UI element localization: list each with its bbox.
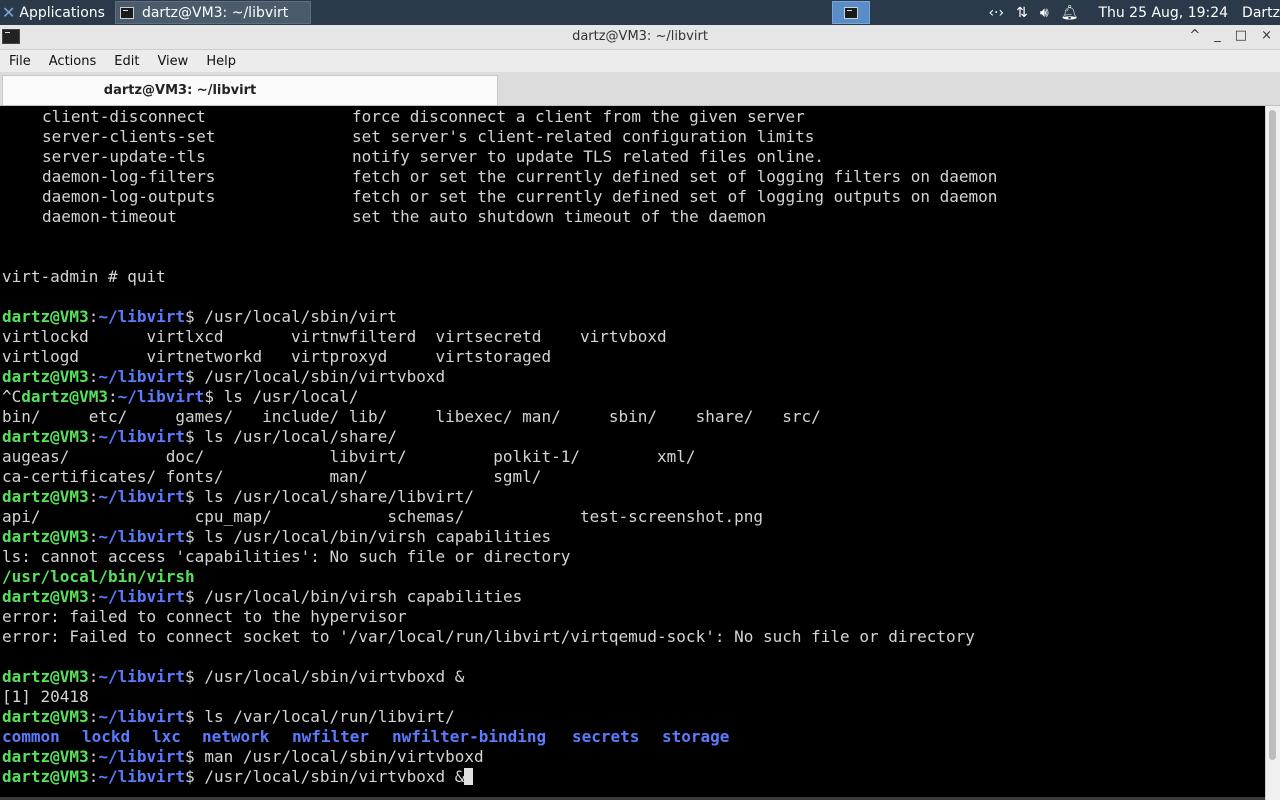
help-command: server-clients-set xyxy=(42,127,216,146)
text-cursor xyxy=(464,768,474,785)
system-tray: ‹·› ⇅ 🔊︎ 🔔︎ xyxy=(988,5,1078,21)
output-line: virtlogd virtnetworkd virtproxyd virtsto… xyxy=(2,347,552,366)
clock[interactable]: Thu 25 Aug, 19:24 xyxy=(1098,5,1228,21)
window-title: dartz@VM3: ~/libvirt xyxy=(572,29,708,44)
menu-file[interactable]: File xyxy=(0,54,40,69)
help-command: daemon-timeout xyxy=(42,207,177,226)
output-line: augeas/ doc/ libvirt/ polkit-1/ xml/ xyxy=(2,447,696,466)
tab-bar: dartz@VM3: ~/libvirt xyxy=(0,72,1280,106)
prompt-line: dartz@VM3:~/libvirt$ /usr/local/sbin/vir… xyxy=(2,307,397,326)
help-description: set server's client-related configuratio… xyxy=(352,127,815,146)
menu-help[interactable]: Help xyxy=(197,54,245,69)
prompt-line: dartz@VM3:~/libvirt$ ls /usr/local/share… xyxy=(2,487,475,506)
xfce-logo-icon: ✕ xyxy=(2,3,16,22)
output-line: error: Failed to connect socket to '/var… xyxy=(2,627,975,646)
tab-terminal[interactable]: dartz@VM3: ~/libvirt xyxy=(2,75,498,105)
user-menu[interactable]: Dartz xyxy=(1242,5,1280,21)
terminal-output[interactable]: client-disconnect force disconnect a clie… xyxy=(0,106,1265,800)
active-prompt-line[interactable]: dartz@VM3:~/libvirt$ /usr/local/sbin/vir… xyxy=(2,767,474,787)
executable-path: /usr/local/bin/virsh xyxy=(2,567,195,586)
output-line: virtlockd virtlxcd virtnwfilterd virtsec… xyxy=(2,327,667,346)
dir-entry: network xyxy=(202,727,270,746)
taskbar-terminal-label: dartz@VM3: ~/libvirt xyxy=(141,4,289,21)
prompt-line: ^Cdartz@VM3:~/libvirt$ ls /usr/local/ xyxy=(2,387,359,406)
prompt-line: dartz@VM3:~/libvirt$ ls /var/local/run/l… xyxy=(2,707,455,726)
applications-menu-button[interactable]: ✕ Applications xyxy=(0,0,109,25)
help-description: fetch or set the currently defined set o… xyxy=(352,187,998,206)
transfer-icon[interactable]: ⇅ xyxy=(1016,5,1028,21)
prompt-line: dartz@VM3:~/libvirt$ ls /usr/local/share… xyxy=(2,427,397,446)
workspace-terminal-button[interactable] xyxy=(832,1,871,24)
prompt-line: dartz@VM3:~/libvirt$ /usr/local/sbin/vir… xyxy=(2,367,446,386)
output-line: bin/ etc/ games/ include/ lib/ libexec/ … xyxy=(2,407,821,426)
prompt-line: dartz@VM3:~/libvirt$ ls /usr/local/bin/v… xyxy=(2,527,552,546)
terminal-icon xyxy=(844,6,859,19)
help-command: client-disconnect xyxy=(42,107,206,126)
applications-label: Applications xyxy=(19,4,105,21)
close-window-icon[interactable]: × xyxy=(1261,28,1272,43)
menu-edit[interactable]: Edit xyxy=(105,54,148,69)
help-command: daemon-log-outputs xyxy=(42,187,216,206)
dir-entry: nwfilter xyxy=(292,727,370,746)
tab-label: dartz@VM3: ~/libvirt xyxy=(103,83,257,98)
window-titlebar[interactable]: dartz@VM3: ~/libvirt ^ _ □ × xyxy=(0,25,1280,50)
dir-entry: common xyxy=(2,727,60,746)
output-line: error: failed to connect to the hypervis… xyxy=(2,607,407,626)
volume-icon[interactable]: 🔊︎ xyxy=(1040,5,1049,21)
menu-actions[interactable]: Actions xyxy=(40,54,106,69)
help-description: fetch or set the currently defined set o… xyxy=(352,167,998,186)
notification-bell-icon[interactable]: 🔔︎ xyxy=(1061,5,1079,21)
dir-entry: lockd xyxy=(82,727,131,746)
dir-entry: secrets xyxy=(572,727,640,746)
maximize-window-icon[interactable]: □ xyxy=(1235,28,1247,43)
taskbar-terminal-button[interactable]: dartz@VM3: ~/libvirt xyxy=(114,1,311,24)
prompt-line: dartz@VM3:~/libvirt$ /usr/local/bin/virs… xyxy=(2,587,523,606)
prompt-line: dartz@VM3:~/libvirt$ man /usr/local/sbin… xyxy=(2,747,484,766)
dir-entry: lxc xyxy=(152,727,181,746)
help-description: notify server to update TLS related file… xyxy=(352,147,825,166)
menu-bar: File Actions Edit View Help xyxy=(0,50,1280,72)
output-line: virt-admin # quit xyxy=(2,267,166,286)
shade-window-icon[interactable]: ^ xyxy=(1189,28,1200,43)
menu-view[interactable]: View xyxy=(148,54,197,69)
output-line: api/ cpu_map/ schemas/ test-screenshot.p… xyxy=(2,507,763,526)
minimize-window-icon[interactable]: _ xyxy=(1214,28,1221,43)
terminal-scrollbar[interactable] xyxy=(1265,106,1280,800)
dir-entry: nwfilter-binding xyxy=(392,727,547,746)
dir-entry: storage xyxy=(662,727,730,746)
help-command: server-update-tls xyxy=(42,147,206,166)
help-description: force disconnect a client from the given… xyxy=(352,107,805,126)
terminal-icon xyxy=(119,6,134,19)
help-description: set the auto shutdown timeout of the dae… xyxy=(352,207,767,226)
help-command: daemon-log-filters xyxy=(42,167,216,186)
top-panel: ✕ Applications dartz@VM3: ~/libvirt ‹·› … xyxy=(0,0,1280,25)
output-line: [1] 20418 xyxy=(2,687,89,706)
network-icon[interactable]: ‹·› xyxy=(988,5,1004,21)
output-line: ca-certificates/ fonts/ man/ sgml/ xyxy=(2,467,542,486)
output-line: ls: cannot access 'capabilities': No suc… xyxy=(2,547,571,566)
prompt-line: dartz@VM3:~/libvirt$ /usr/local/sbin/vir… xyxy=(2,667,465,686)
scrollbar-thumb[interactable] xyxy=(1269,110,1276,760)
